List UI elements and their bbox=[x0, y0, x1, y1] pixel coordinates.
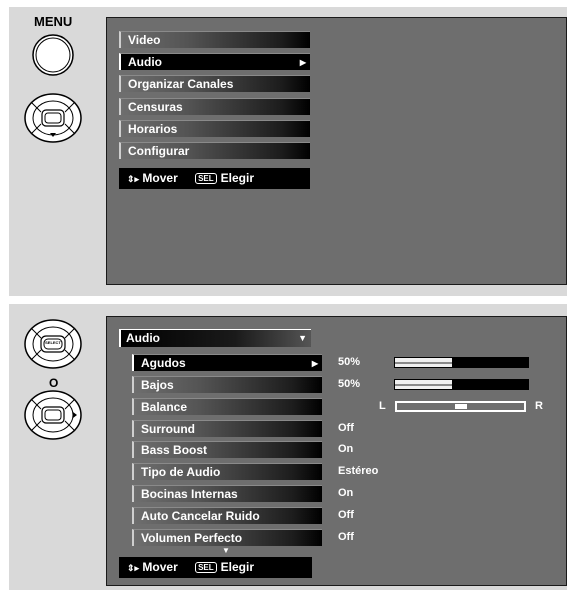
agudos-value: 50% bbox=[338, 356, 361, 368]
sel-key-icon: SEL bbox=[195, 562, 217, 573]
bajos-value: 50% bbox=[338, 378, 361, 390]
audio-dropdown-title: Audio bbox=[126, 331, 160, 345]
updown-arrow-icon: ⇕▸ bbox=[127, 174, 140, 184]
menu-button-label: MENU bbox=[34, 14, 73, 29]
audio-item-auto-cancelar-ruido[interactable]: Auto Cancelar Ruido bbox=[132, 507, 322, 524]
or-label: O bbox=[49, 376, 59, 390]
bocinas-internas-value: On bbox=[338, 487, 354, 499]
bajos-level-bar[interactable] bbox=[394, 379, 529, 390]
audio-item-surround[interactable]: Surround bbox=[132, 420, 322, 437]
tipo-de-audio-value: Estéreo bbox=[338, 465, 379, 477]
auto-cancelar-ruido-value: Off bbox=[338, 509, 354, 521]
agudos-level-fill bbox=[395, 358, 452, 367]
help-move-label: Mover bbox=[142, 560, 178, 574]
audio-item-bajos[interactable]: Bajos bbox=[132, 376, 322, 393]
select-button-label: SELECT bbox=[45, 340, 61, 345]
arrow-right-icon: ▶ bbox=[311, 359, 318, 368]
sel-key-icon: SEL bbox=[195, 173, 217, 184]
agudos-level-bar[interactable] bbox=[394, 357, 529, 368]
audio-item-bocinas-internas[interactable]: Bocinas Internas bbox=[132, 485, 322, 502]
volumen-perfecto-value: Off bbox=[338, 531, 354, 543]
balance-left-label: L bbox=[379, 400, 386, 412]
audio-dropdown-header[interactable]: Audio ▼ bbox=[119, 329, 311, 347]
scroll-down-icon[interactable]: ▼ bbox=[222, 546, 230, 555]
balance-slider[interactable] bbox=[395, 401, 526, 412]
updown-arrow-icon: ⇕▸ bbox=[127, 563, 140, 573]
audio-item-volumen-perfecto[interactable]: Volumen Perfecto bbox=[132, 529, 322, 546]
audio-item-agudos[interactable]: Agudos ▶ bbox=[132, 354, 322, 371]
top-help-bar: ⇕▸ Mover SEL Elegir bbox=[119, 168, 310, 189]
menu-item-organizar-canales[interactable]: Organizar Canales bbox=[119, 75, 310, 92]
balance-right-label: R bbox=[535, 400, 543, 412]
menu-item-configurar[interactable]: Configurar bbox=[119, 142, 310, 159]
help-move-label: Mover bbox=[142, 171, 178, 185]
bottom-help-bar: ⇕▸ Mover SEL Elegir bbox=[119, 557, 312, 578]
menu-item-audio[interactable]: Audio ▶ bbox=[119, 53, 310, 70]
direction-pad-icon[interactable] bbox=[23, 92, 83, 144]
audio-item-balance[interactable]: Balance bbox=[132, 398, 322, 415]
bajos-level-fill bbox=[395, 380, 452, 389]
bass-boost-value: On bbox=[338, 443, 354, 455]
menu-item-censuras[interactable]: Censuras bbox=[119, 98, 310, 115]
audio-item-bass-boost[interactable]: Bass Boost bbox=[132, 441, 322, 458]
surround-value: Off bbox=[338, 422, 354, 434]
arrow-right-icon: ▶ bbox=[299, 58, 306, 67]
chevron-down-icon: ▼ bbox=[298, 333, 307, 343]
help-choose-label: Elegir bbox=[220, 560, 255, 574]
menu-button[interactable] bbox=[31, 33, 75, 77]
help-choose-label: Elegir bbox=[220, 171, 255, 185]
menu-item-video[interactable]: Video bbox=[119, 31, 310, 48]
menu-item-horarios[interactable]: Horarios bbox=[119, 120, 310, 137]
balance-knob[interactable] bbox=[454, 404, 467, 409]
direction-pad-right-icon[interactable] bbox=[23, 389, 83, 441]
audio-item-tipo-de-audio[interactable]: Tipo de Audio bbox=[132, 463, 322, 480]
